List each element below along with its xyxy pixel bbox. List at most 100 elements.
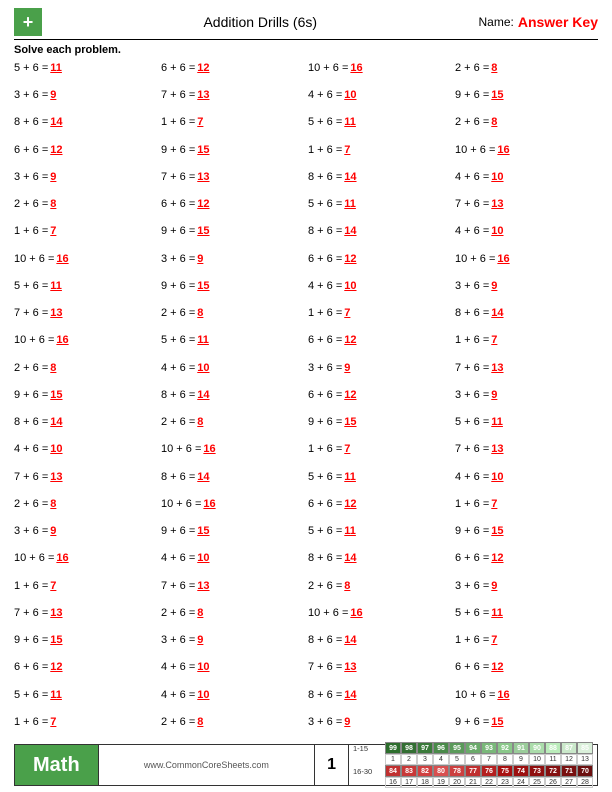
problem-answer: 8 xyxy=(197,414,213,431)
problem-answer: 7 xyxy=(344,142,360,159)
score-num-label: 8 xyxy=(497,754,513,765)
problem-answer: 12 xyxy=(491,550,507,567)
problem-equation: 10 + 6 = xyxy=(455,142,495,159)
problem-item: 1 + 6 =7 xyxy=(455,332,598,358)
problem-equation: 2 + 6 = xyxy=(455,60,489,77)
problem-item: 6 + 6 =12 xyxy=(455,550,598,576)
problem-item: 9 + 6 =15 xyxy=(308,414,451,440)
problem-answer: 12 xyxy=(344,251,360,268)
problem-equation: 5 + 6 = xyxy=(308,114,342,131)
problem-equation: 9 + 6 = xyxy=(161,142,195,159)
problem-equation: 6 + 6 = xyxy=(455,550,489,567)
score-cell: 73 xyxy=(529,765,545,777)
score-num-label: 24 xyxy=(513,777,529,788)
score-numbers-row2: 16-3084838280787776757473727170 xyxy=(353,765,593,777)
problem-item: 5 + 6 =11 xyxy=(308,469,451,495)
problem-item: 4 + 6 =10 xyxy=(308,87,451,113)
problem-answer: 16 xyxy=(203,441,219,458)
problem-answer: 11 xyxy=(491,605,507,622)
problem-item: 8 + 6 =14 xyxy=(308,223,451,249)
problem-answer: 9 xyxy=(491,387,507,404)
problem-equation: 4 + 6 = xyxy=(161,550,195,567)
problem-answer: 12 xyxy=(50,142,66,159)
problem-item: 2 + 6 =8 xyxy=(14,496,157,522)
problem-equation: 10 + 6 = xyxy=(161,441,201,458)
problem-item: 6 + 6 =12 xyxy=(308,251,451,277)
problem-answer: 13 xyxy=(197,578,213,595)
problem-equation: 6 + 6 = xyxy=(308,251,342,268)
problem-item: 3 + 6 =9 xyxy=(308,714,451,740)
problem-item: 10 + 6 =16 xyxy=(455,142,598,168)
problem-equation: 5 + 6 = xyxy=(14,278,48,295)
problem-item: 6 + 6 =12 xyxy=(161,60,304,86)
answer-key-label: Answer Key xyxy=(518,14,598,30)
score-num-label: 3 xyxy=(417,754,433,765)
problem-item: 10 + 6 =16 xyxy=(308,60,451,86)
math-logo: Math xyxy=(15,745,99,785)
problem-item: 6 + 6 =12 xyxy=(308,332,451,358)
score-num-label: 4 xyxy=(433,754,449,765)
problem-item: 8 + 6 =14 xyxy=(14,414,157,440)
problem-answer: 11 xyxy=(344,469,360,486)
score-cell: 87 xyxy=(561,742,577,754)
problem-answer: 15 xyxy=(344,414,360,431)
score-cell: 97 xyxy=(417,742,433,754)
problem-answer: 13 xyxy=(197,87,213,104)
score-cell: 71 xyxy=(561,765,577,777)
problem-equation: 4 + 6 = xyxy=(14,441,48,458)
problem-equation: 6 + 6 = xyxy=(308,496,342,513)
score-num-label: 23 xyxy=(497,777,513,788)
problem-item: 10 + 6 =16 xyxy=(14,550,157,576)
problem-equation: 10 + 6 = xyxy=(308,60,348,77)
problem-item: 10 + 6 =16 xyxy=(14,251,157,277)
problem-item: 10 + 6 =16 xyxy=(161,441,304,467)
score-numbers-row1: 1-1599989796959493929190888785 xyxy=(353,742,593,754)
problem-equation: 7 + 6 = xyxy=(14,305,48,322)
problem-item: 7 + 6 =13 xyxy=(308,659,451,685)
problem-equation: 1 + 6 = xyxy=(308,441,342,458)
problem-equation: 10 + 6 = xyxy=(308,605,348,622)
problem-answer: 10 xyxy=(197,360,213,377)
problem-answer: 16 xyxy=(350,605,366,622)
problem-equation: 9 + 6 = xyxy=(161,223,195,240)
problem-equation: 7 + 6 = xyxy=(455,441,489,458)
problem-item: 1 + 6 =7 xyxy=(308,305,451,331)
problem-answer: 7 xyxy=(491,632,507,649)
score-cell: 98 xyxy=(401,742,417,754)
problem-equation: 8 + 6 = xyxy=(308,687,342,704)
problem-answer: 7 xyxy=(344,441,360,458)
problem-item: 3 + 6 =9 xyxy=(455,387,598,413)
problem-item: 1 + 6 =7 xyxy=(308,142,451,168)
problem-equation: 8 + 6 = xyxy=(14,114,48,131)
problem-answer: 10 xyxy=(197,659,213,676)
score-cell: 78 xyxy=(449,765,465,777)
problem-item: 2 + 6 =8 xyxy=(14,196,157,222)
problem-answer: 15 xyxy=(197,142,213,159)
score-cell: 76 xyxy=(481,765,497,777)
website-label: www.CommonCoreSheets.com xyxy=(144,760,269,770)
footer-middle: www.CommonCoreSheets.com xyxy=(99,745,314,785)
problem-item: 9 + 6 =15 xyxy=(161,223,304,249)
problem-answer: 7 xyxy=(197,114,213,131)
problem-item: 10 + 6 =16 xyxy=(308,605,451,631)
problem-item: 6 + 6 =12 xyxy=(308,496,451,522)
problem-equation: 1 + 6 = xyxy=(455,496,489,513)
problem-equation: 7 + 6 = xyxy=(455,360,489,377)
score-cell: 72 xyxy=(545,765,561,777)
score-cell: 84 xyxy=(385,765,401,777)
problem-item: 1 + 6 =7 xyxy=(308,441,451,467)
problem-equation: 3 + 6 = xyxy=(308,360,342,377)
score-num-label: 5 xyxy=(449,754,465,765)
problem-item: 2 + 6 =8 xyxy=(161,414,304,440)
problem-item: 4 + 6 =10 xyxy=(161,687,304,713)
score-num-label: 9 xyxy=(513,754,529,765)
problem-item: 7 + 6 =13 xyxy=(455,360,598,386)
problem-answer: 8 xyxy=(491,114,507,131)
problem-equation: 6 + 6 = xyxy=(14,142,48,159)
problem-equation: 4 + 6 = xyxy=(308,278,342,295)
problem-answer: 14 xyxy=(344,223,360,240)
problem-answer: 14 xyxy=(197,387,213,404)
logo: + xyxy=(14,8,42,36)
score-num-label: 12 xyxy=(561,754,577,765)
problem-item: 4 + 6 =10 xyxy=(455,223,598,249)
